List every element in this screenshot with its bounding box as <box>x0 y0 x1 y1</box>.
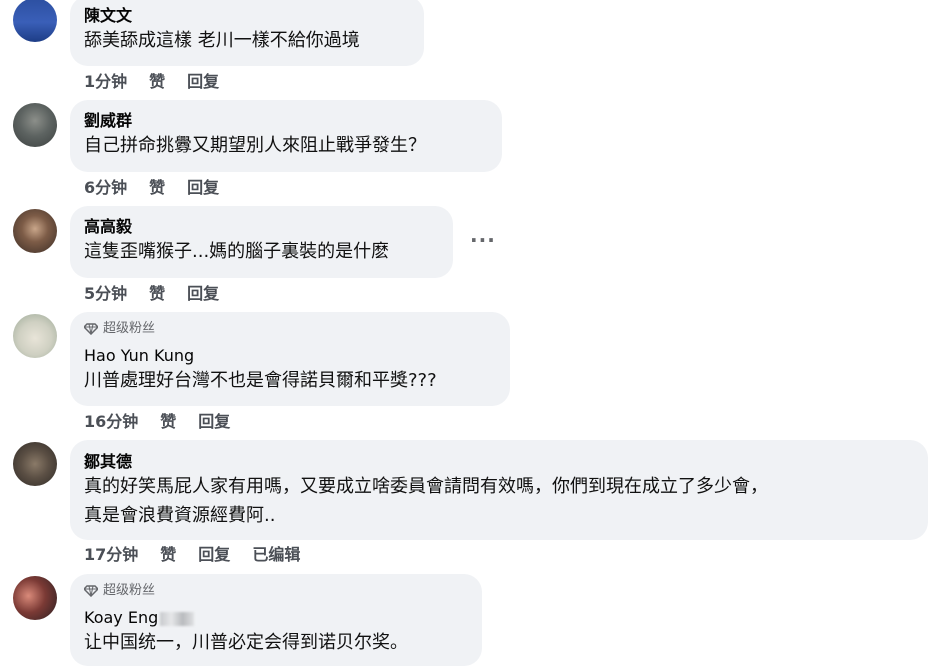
comment-text: 這隻歪嘴猴子...媽的腦子裏裝的是什麽 <box>84 241 390 262</box>
diamond-icon <box>84 585 98 597</box>
like-button[interactable]: 赞 <box>149 283 165 305</box>
like-button[interactable]: 赞 <box>160 544 176 566</box>
comment-actions: 16分钟 赞 回复 <box>84 411 230 433</box>
like-button[interactable]: 赞 <box>149 71 165 93</box>
comment-time[interactable]: 16分钟 <box>84 411 138 433</box>
comment-author[interactable]: Hao Yun Kung <box>84 346 496 366</box>
comment-bubble: 超级粉丝 Hao Yun Kung 川普處理好台灣不也是會得諾貝爾和平獎??? <box>70 312 510 406</box>
comment-time[interactable]: 17分钟 <box>84 544 138 566</box>
comment-time[interactable]: 1分钟 <box>84 71 127 93</box>
comment-actions: 5分钟 赞 回复 <box>84 283 219 305</box>
comment-author[interactable]: 高高毅 <box>84 217 439 237</box>
comment-author[interactable]: 鄒其德 <box>84 452 914 472</box>
comment-text-line-1: 真的好笑馬屁人家有用嗎，又要成立啥委員會請問有效嗎，你們到現在成立了多少會， <box>84 476 768 497</box>
avatar[interactable] <box>13 442 57 486</box>
comment-time[interactable]: 6分钟 <box>84 177 127 199</box>
avatar[interactable] <box>13 576 57 620</box>
reply-button[interactable]: 回复 <box>187 283 219 305</box>
badge-label: 超级粉丝 <box>103 321 156 336</box>
reply-button[interactable]: 回复 <box>198 411 230 433</box>
comment-text-line-2: 真是會浪費資源經費阿.. <box>84 505 276 526</box>
comment-bubble: 劉威群 自己拼命挑釁又期望別人來阻止戰爭發生？ <box>70 100 502 172</box>
name-blur <box>160 611 195 626</box>
more-options-icon[interactable]: ··· <box>470 228 496 252</box>
avatar[interactable] <box>13 209 57 253</box>
comment-text: 自己拼命挑釁又期望別人來阻止戰爭發生？ <box>84 135 426 156</box>
comment-actions: 17分钟 赞 回复 已编辑 <box>84 544 300 566</box>
comment-author[interactable]: 陳文文 <box>84 6 410 26</box>
diamond-icon <box>84 323 98 335</box>
super-fan-badge: 超级粉丝 <box>84 582 468 600</box>
comment-bubble: 陳文文 舔美舔成這樣 老川一樣不給你過境 <box>70 0 424 66</box>
comment-text: 舔美舔成這樣 老川一樣不給你過境 <box>84 30 360 51</box>
like-button[interactable]: 赞 <box>149 177 165 199</box>
avatar[interactable] <box>13 0 57 42</box>
reply-button[interactable]: 回复 <box>187 71 219 93</box>
comment-actions: 1分钟 赞 回复 <box>84 71 219 93</box>
author-name: Koay Eng <box>84 608 159 627</box>
comment-actions: 6分钟 赞 回复 <box>84 177 219 199</box>
comment-author[interactable]: 劉威群 <box>84 111 488 131</box>
comment-author[interactable]: Koay Eng <box>84 608 468 628</box>
comment-bubble: 高高毅 這隻歪嘴猴子...媽的腦子裏裝的是什麽 <box>70 206 453 278</box>
comment-text: 让中国统一，川普必定会得到诺贝尔奖。 <box>84 632 408 653</box>
comment-bubble: 超级粉丝 Koay Eng 让中国统一，川普必定会得到诺贝尔奖。 <box>70 574 482 666</box>
comment-bubble: 鄒其德 真的好笑馬屁人家有用嗎，又要成立啥委員會請問有效嗎，你們到現在成立了多少… <box>70 440 928 540</box>
reply-button[interactable]: 回复 <box>187 177 219 199</box>
badge-label: 超级粉丝 <box>103 583 156 598</box>
comment-text: 川普處理好台灣不也是會得諾貝爾和平獎??? <box>84 370 437 391</box>
like-button[interactable]: 赞 <box>160 411 176 433</box>
reply-button[interactable]: 回复 <box>198 544 230 566</box>
super-fan-badge: 超级粉丝 <box>84 320 496 338</box>
comment-time[interactable]: 5分钟 <box>84 283 127 305</box>
avatar[interactable] <box>13 314 57 358</box>
avatar[interactable] <box>13 103 57 147</box>
edited-label: 已编辑 <box>252 545 301 564</box>
